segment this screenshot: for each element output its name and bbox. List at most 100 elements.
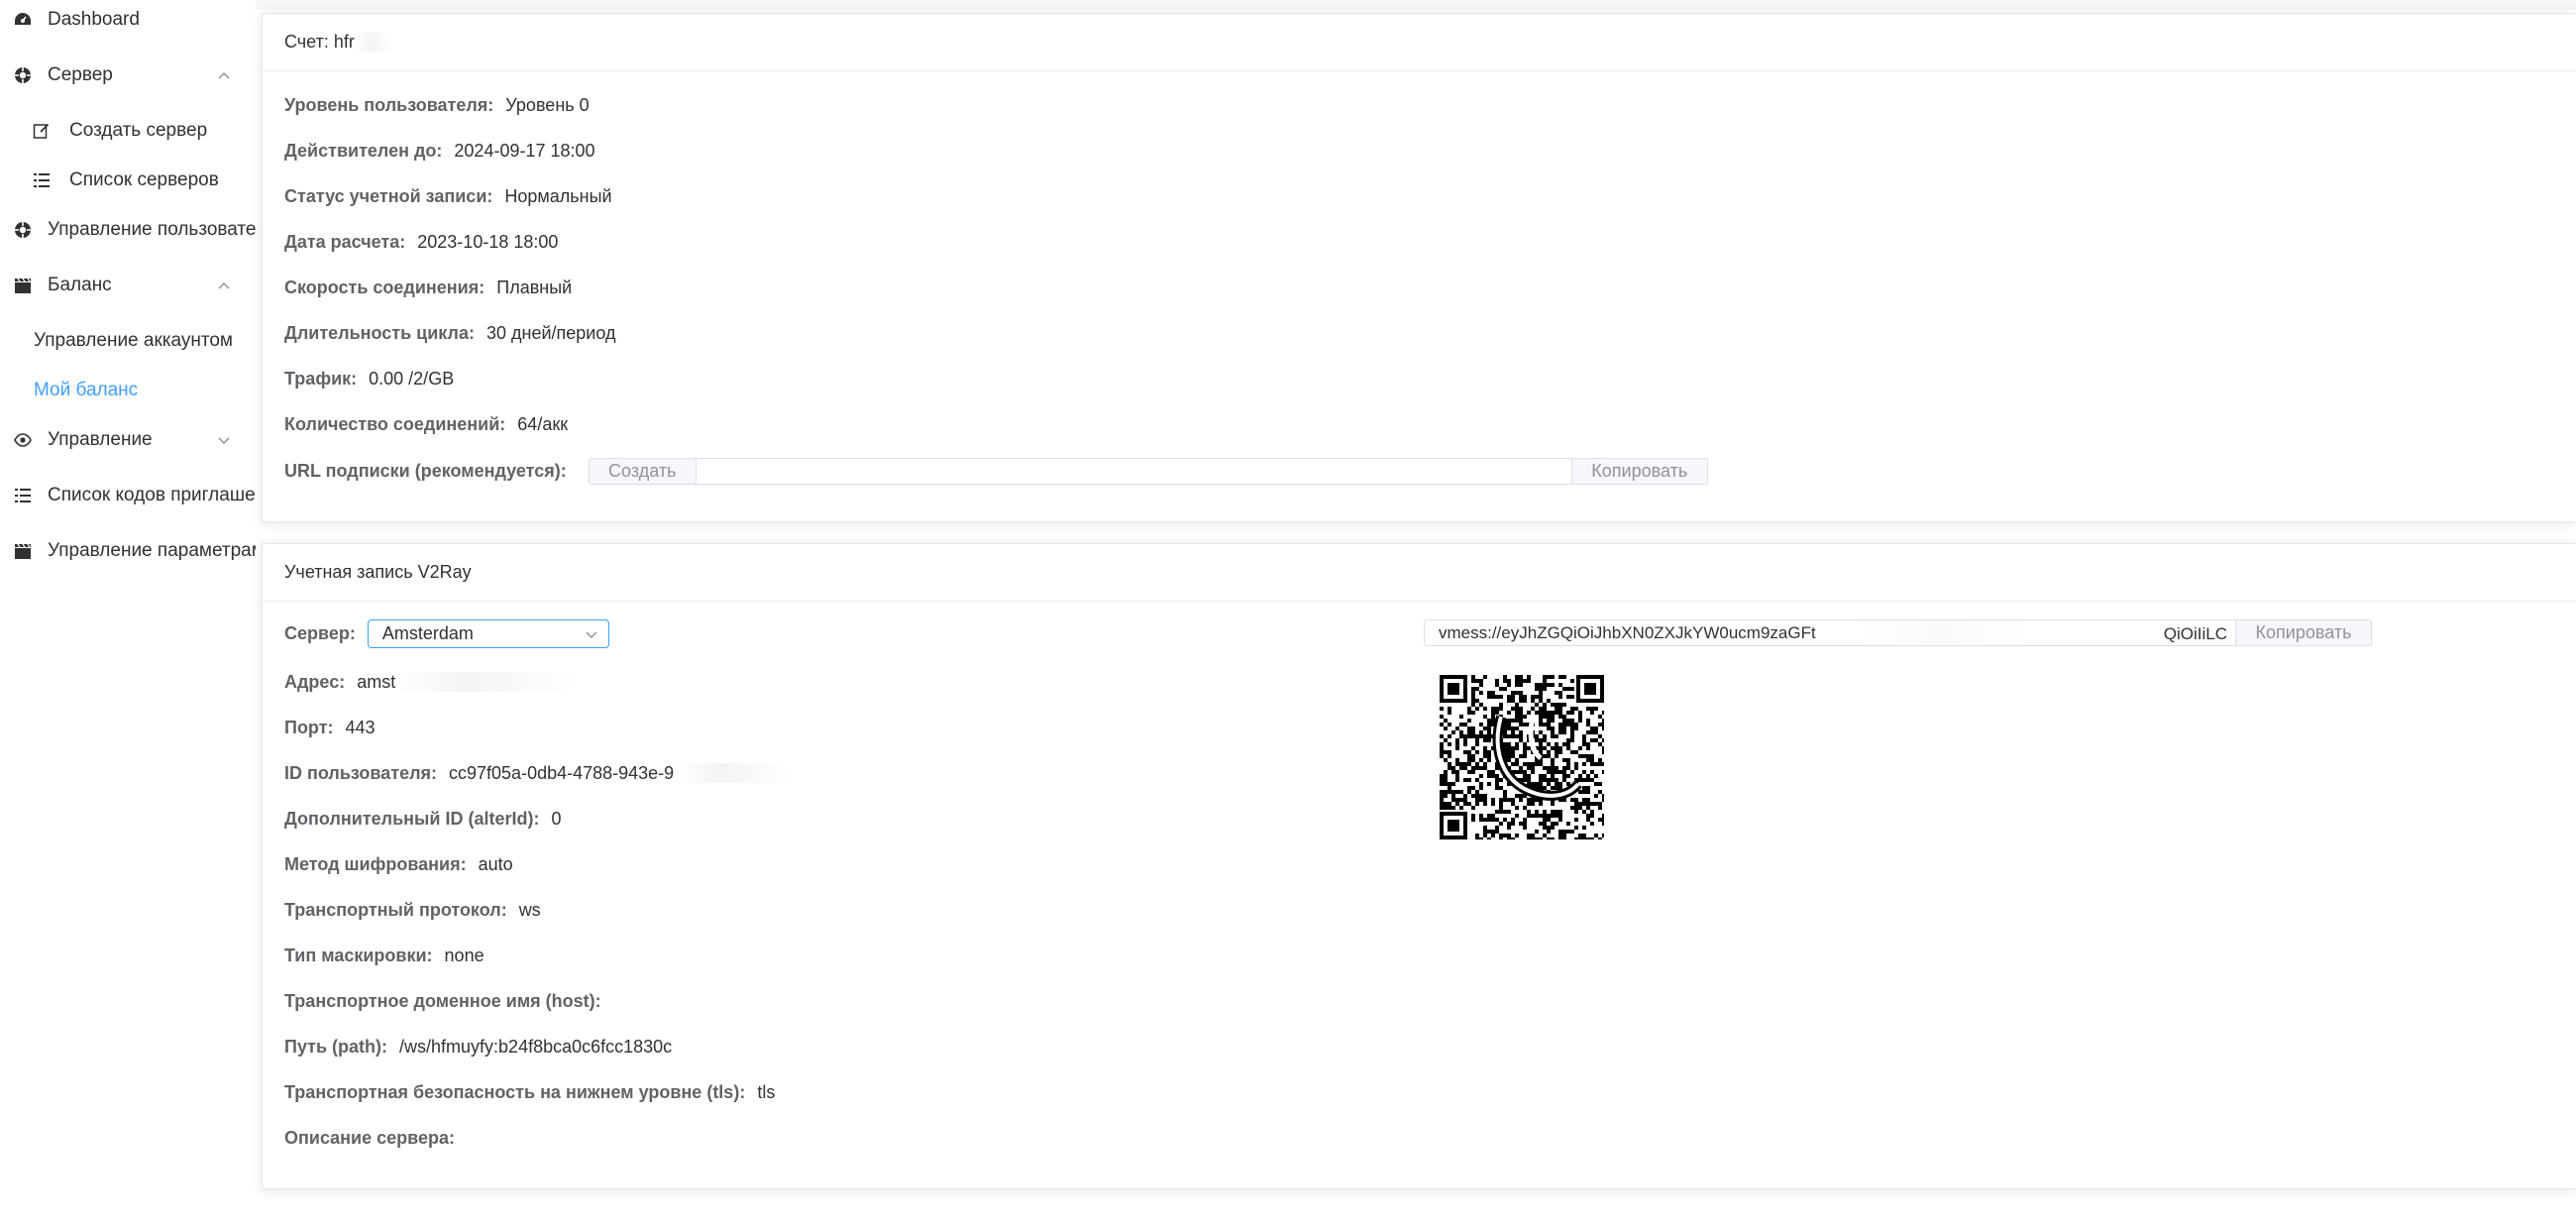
vmess-link-group: vmess://eyJhZGQiOiJhbXN0ZXJkYW0ucm9zaGFt… <box>1424 619 2372 646</box>
field-value: 2024-09-17 18:00 <box>454 140 595 161</box>
sidebar-item-management[interactable]: Управление <box>0 420 256 460</box>
field-value: tls <box>757 1081 776 1102</box>
vmess-link-input[interactable]: vmess://eyJhZGQiOiJhbXN0ZXJkYW0ucm9zaGFt… <box>1425 620 2236 645</box>
sidebar-item-label: Мой баланс <box>34 380 139 400</box>
field-value: cc97f05a-0db4-4788-943e-9 <box>449 762 675 783</box>
qr-code-image <box>1440 675 1604 839</box>
subscription-url-row: URL подписки (рекомендуется): Создать Ко… <box>284 456 1708 486</box>
sidebar-item-label: Dashboard <box>48 9 140 30</box>
field-traffic: Трафик: 0.00 /2/GB <box>284 364 454 393</box>
field-transport-protocol: Транспортный протокол: ws <box>284 895 541 925</box>
chevron-up-icon <box>218 71 230 79</box>
field-billing-date: Дата расчета: 2023-10-18 18:00 <box>284 227 558 257</box>
list-icon <box>33 171 51 189</box>
field-label: Транспортная безопасность на нижнем уров… <box>284 1081 746 1102</box>
masked-value <box>354 32 394 53</box>
field-label: Уровень пользователя: <box>284 94 494 115</box>
vmess-link-tail: QiOiIiLC <box>2163 624 2227 643</box>
masked-value <box>1857 620 2027 645</box>
top-bar-edge <box>256 0 2576 10</box>
field-user-id: ID пользователя: cc97f05a-0db4-4788-943e… <box>284 758 794 788</box>
field-value: 0 <box>551 808 562 829</box>
sidebar-item-label: Управление параметрами <box>48 540 256 561</box>
create-subscription-button[interactable]: Создать <box>589 458 696 484</box>
sidebar-item-label: Управление пользователями <box>48 219 256 240</box>
sidebar-item-label: Список кодов приглашения <box>48 485 256 505</box>
server-icon <box>14 66 32 84</box>
server-select[interactable]: Amsterdam <box>367 618 609 648</box>
chevron-down-icon <box>586 631 597 638</box>
field-port: Порт: 443 <box>284 713 376 742</box>
sidebar-item-parameters[interactable]: Управление параметрами <box>0 531 256 571</box>
page-root: Dashboard Сервер Создать сервер Список с… <box>0 0 2576 1227</box>
sidebar-item-create-server[interactable]: Создать сервер <box>0 111 256 151</box>
v2ray-card-header: Учетная запись V2Ray <box>263 544 2576 602</box>
sidebar-item-balance[interactable]: Баланс <box>0 266 256 305</box>
field-label: Количество соединений: <box>284 413 506 434</box>
sidebar-item-server[interactable]: Сервер <box>0 56 256 95</box>
field-user-level: Уровень пользователя: Уровень 0 <box>284 90 590 120</box>
sidebar-item-account-management[interactable]: Управление аккаунтом <box>0 321 256 361</box>
sidebar: Dashboard Сервер Создать сервер Список с… <box>0 0 256 1227</box>
account-card-header: Счет: hfr <box>263 14 2576 71</box>
field-value: none <box>444 945 484 965</box>
chevron-up-icon <box>218 281 230 289</box>
field-connection-count: Количество соединений: 64/акк <box>284 409 568 439</box>
users-icon <box>14 221 32 239</box>
sidebar-item-user-management[interactable]: Управление пользователями <box>0 210 256 250</box>
vmess-link-value: vmess://eyJhZGQiOiJhbXN0ZXJkYW0ucm9zaGFt <box>1439 622 1816 642</box>
sidebar-item-server-list[interactable]: Список серверов <box>0 161 256 200</box>
list-icon <box>14 487 32 504</box>
field-valid-until: Действителен до: 2024-09-17 18:00 <box>284 136 595 166</box>
sidebar-item-my-balance[interactable]: Мой баланс <box>0 371 256 410</box>
masked-value <box>674 763 794 783</box>
field-value: Плавный <box>496 277 573 297</box>
field-value: 2023-10-18 18:00 <box>417 231 559 252</box>
field-label: Порт: <box>284 717 334 737</box>
field-encryption: Метод шифрования: auto <box>284 849 513 879</box>
field-label: Адрес: <box>284 671 346 692</box>
field-connection-speed: Скорость соединения: Плавный <box>284 273 572 302</box>
account-card: Счет: hfr Уровень пользователя: Уровень … <box>262 13 2576 522</box>
account-card-title: Счет: hfr <box>284 32 355 52</box>
v2ray-card-title: Учетная запись V2Ray <box>284 562 472 582</box>
sidebar-item-dashboard[interactable]: Dashboard <box>0 0 256 40</box>
field-value: 30 дней/период <box>485 322 616 343</box>
field-server-description: Описание сервера: <box>284 1123 467 1153</box>
field-label: Трафик: <box>284 368 358 389</box>
subscription-url-input[interactable] <box>695 458 1572 484</box>
clapperboard-icon <box>14 542 32 560</box>
field-value: auto <box>478 853 513 874</box>
sidebar-item-label: Управление <box>48 429 153 450</box>
field-value: 64/акк <box>517 413 569 434</box>
field-label: ID пользователя: <box>284 762 438 783</box>
field-label: Метод шифрования: <box>284 853 467 874</box>
field-value: amst <box>357 671 396 692</box>
sidebar-item-label: Создать сервер <box>69 120 208 141</box>
masked-value <box>395 672 575 692</box>
sidebar-item-label: Список серверов <box>69 169 219 190</box>
eye-icon <box>14 431 32 449</box>
sidebar-item-label: Сервер <box>48 64 113 85</box>
field-value: ws <box>518 899 541 920</box>
chevron-down-icon <box>218 437 230 445</box>
field-label: Описание сервера: <box>284 1127 455 1148</box>
copy-subscription-button[interactable]: Копировать <box>1571 458 1707 484</box>
field-tls: Транспортная безопасность на нижнем уров… <box>284 1077 775 1107</box>
field-label: Сервер: <box>284 622 356 643</box>
field-label: Дата расчета: <box>284 231 406 252</box>
sidebar-item-label: Управление аккаунтом <box>34 330 233 351</box>
clapperboard-icon <box>14 277 32 294</box>
field-label: Статус учетной записи: <box>284 185 493 206</box>
field-cycle-duration: Длительность цикла: 30 дней/период <box>284 318 615 348</box>
edit-icon <box>33 122 51 140</box>
field-label: Путь (path): <box>284 1036 388 1057</box>
field-value: 443 <box>345 717 376 737</box>
field-path: Путь (path): /ws/hfmuyfy:b24f8bca0c6fcc1… <box>284 1032 672 1061</box>
copy-vmess-button[interactable]: Копировать <box>2236 620 2371 645</box>
field-label: Транспортное доменное имя (host): <box>284 990 601 1011</box>
sidebar-item-label: Баланс <box>48 275 112 295</box>
field-label: Тип маскировки: <box>284 945 433 965</box>
subscription-url-group: Создать Копировать <box>588 457 1708 485</box>
sidebar-item-invite-codes[interactable]: Список кодов приглашения <box>0 476 256 515</box>
